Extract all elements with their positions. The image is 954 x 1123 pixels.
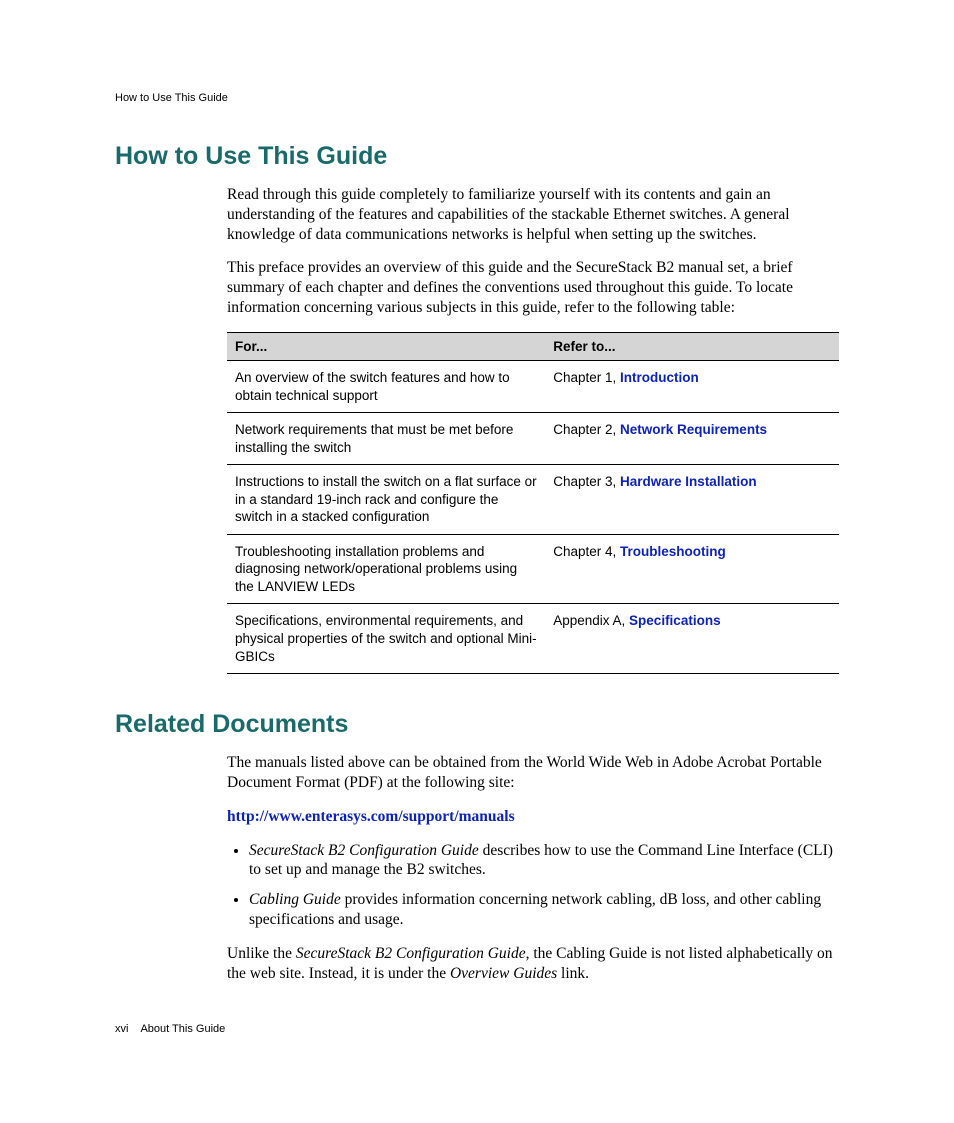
ref-prefix: Appendix A, [553, 613, 629, 628]
cell-refer: Chapter 3, Hardware Installation [545, 465, 839, 535]
manuals-url-line: http://www.enterasys.com/support/manuals [227, 807, 839, 827]
link-name: Overview Guides [450, 965, 557, 982]
ref-prefix: Chapter 3, [553, 474, 620, 489]
para: The manuals listed above can be obtained… [227, 753, 839, 793]
link-specifications[interactable]: Specifications [629, 613, 721, 628]
table-header-refer: Refer to... [545, 332, 839, 360]
text: Unlike the [227, 945, 296, 962]
heading-how-to-use: How to Use This Guide [115, 142, 839, 171]
ref-prefix: Chapter 2, [553, 422, 620, 437]
link-network-requirements[interactable]: Network Requirements [620, 422, 767, 437]
heading-related-documents: Related Documents [115, 710, 839, 739]
table-row: Instructions to install the switch on a … [227, 465, 839, 535]
running-header: How to Use This Guide [115, 92, 839, 104]
para: Read through this guide completely to fa… [227, 185, 839, 244]
table-row: Specifications, environmental requiremen… [227, 604, 839, 674]
cell-refer: Chapter 1, Introduction [545, 360, 839, 412]
para: Unlike the SecureStack B2 Configuration … [227, 944, 839, 984]
footer-label: About This Guide [140, 1023, 225, 1035]
link-hardware-installation[interactable]: Hardware Installation [620, 474, 757, 489]
ref-prefix: Chapter 1, [553, 370, 620, 385]
doc-title: SecureStack B2 Configuration Guide [249, 842, 479, 859]
list-item: Cabling Guide provides information conce… [249, 890, 839, 930]
para: This preface provides an overview of thi… [227, 258, 839, 317]
doc-title: Cabling Guide [249, 891, 341, 908]
ref-prefix: Chapter 4, [553, 544, 620, 559]
link-introduction[interactable]: Introduction [620, 370, 699, 385]
page-number: xvi [115, 1023, 128, 1035]
link-troubleshooting[interactable]: Troubleshooting [620, 544, 726, 559]
cell-refer: Chapter 4, Troubleshooting [545, 534, 839, 604]
link-manuals-url[interactable]: http://www.enterasys.com/support/manuals [227, 808, 515, 825]
page: How to Use This Guide How to Use This Gu… [0, 0, 954, 1123]
text: link. [557, 965, 589, 982]
reference-table: For... Refer to... An overview of the sw… [227, 332, 839, 674]
cell-for: Network requirements that must be met be… [227, 413, 545, 465]
cell-for: Troubleshooting installation problems an… [227, 534, 545, 604]
cell-refer: Chapter 2, Network Requirements [545, 413, 839, 465]
list-item: SecureStack B2 Configuration Guide descr… [249, 841, 839, 881]
table-row: Troubleshooting installation problems an… [227, 534, 839, 604]
bullet-list: SecureStack B2 Configuration Guide descr… [227, 841, 839, 930]
table-row: An overview of the switch features and h… [227, 360, 839, 412]
cell-for: An overview of the switch features and h… [227, 360, 545, 412]
section1-body: Read through this guide completely to fa… [227, 185, 839, 674]
doc-title: SecureStack B2 Configuration Guide [296, 945, 526, 962]
cell-for: Instructions to install the switch on a … [227, 465, 545, 535]
section2-body: The manuals listed above can be obtained… [227, 753, 839, 983]
table-row: Network requirements that must be met be… [227, 413, 839, 465]
page-footer: xvi About This Guide [115, 1023, 225, 1035]
cell-for: Specifications, environmental requiremen… [227, 604, 545, 674]
cell-refer: Appendix A, Specifications [545, 604, 839, 674]
table-header-for: For... [227, 332, 545, 360]
